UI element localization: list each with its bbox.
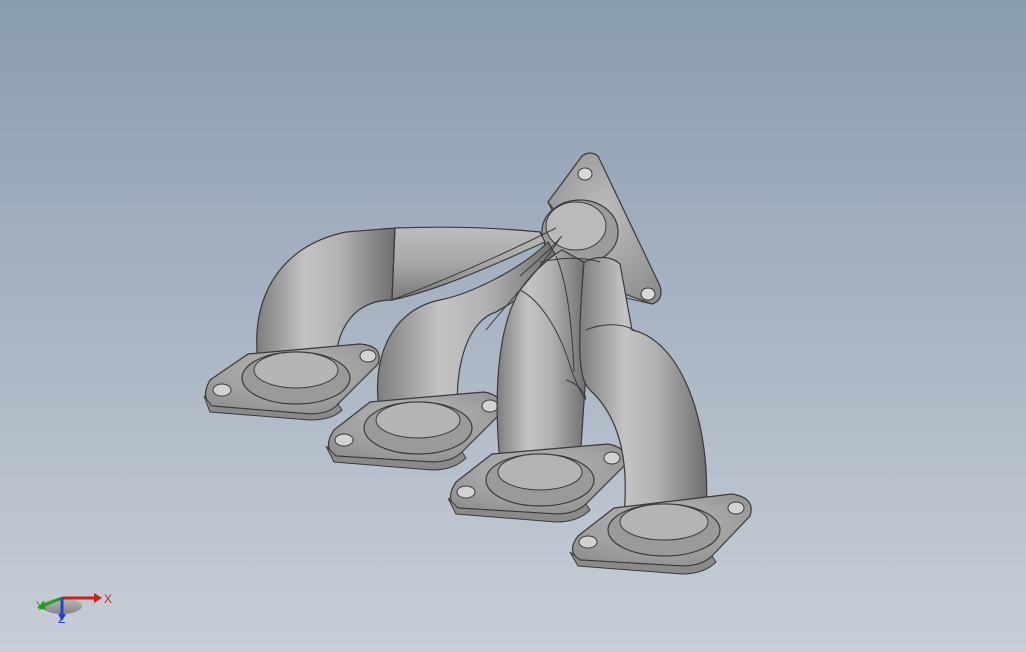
y-axis-label: Y [36, 599, 44, 613]
bolt-hole [603, 451, 621, 465]
bolt-hole [577, 167, 593, 181]
bolt-hole [640, 287, 656, 301]
z-axis-label: Z [58, 612, 65, 626]
x-axis-arrow-icon [94, 593, 102, 603]
bolt-hole [212, 383, 232, 397]
3d-viewport[interactable]: X Y Z [0, 0, 1026, 652]
bolt-hole [456, 485, 476, 499]
bolt-hole [481, 399, 499, 413]
bolt-hole [727, 501, 745, 515]
x-axis-label: X [104, 592, 112, 606]
bolt-hole [359, 349, 377, 363]
bolt-hole [578, 535, 598, 549]
model-view[interactable] [0, 0, 1026, 652]
orientation-triad[interactable]: X Y Z [28, 576, 118, 636]
bolt-hole [334, 433, 354, 447]
